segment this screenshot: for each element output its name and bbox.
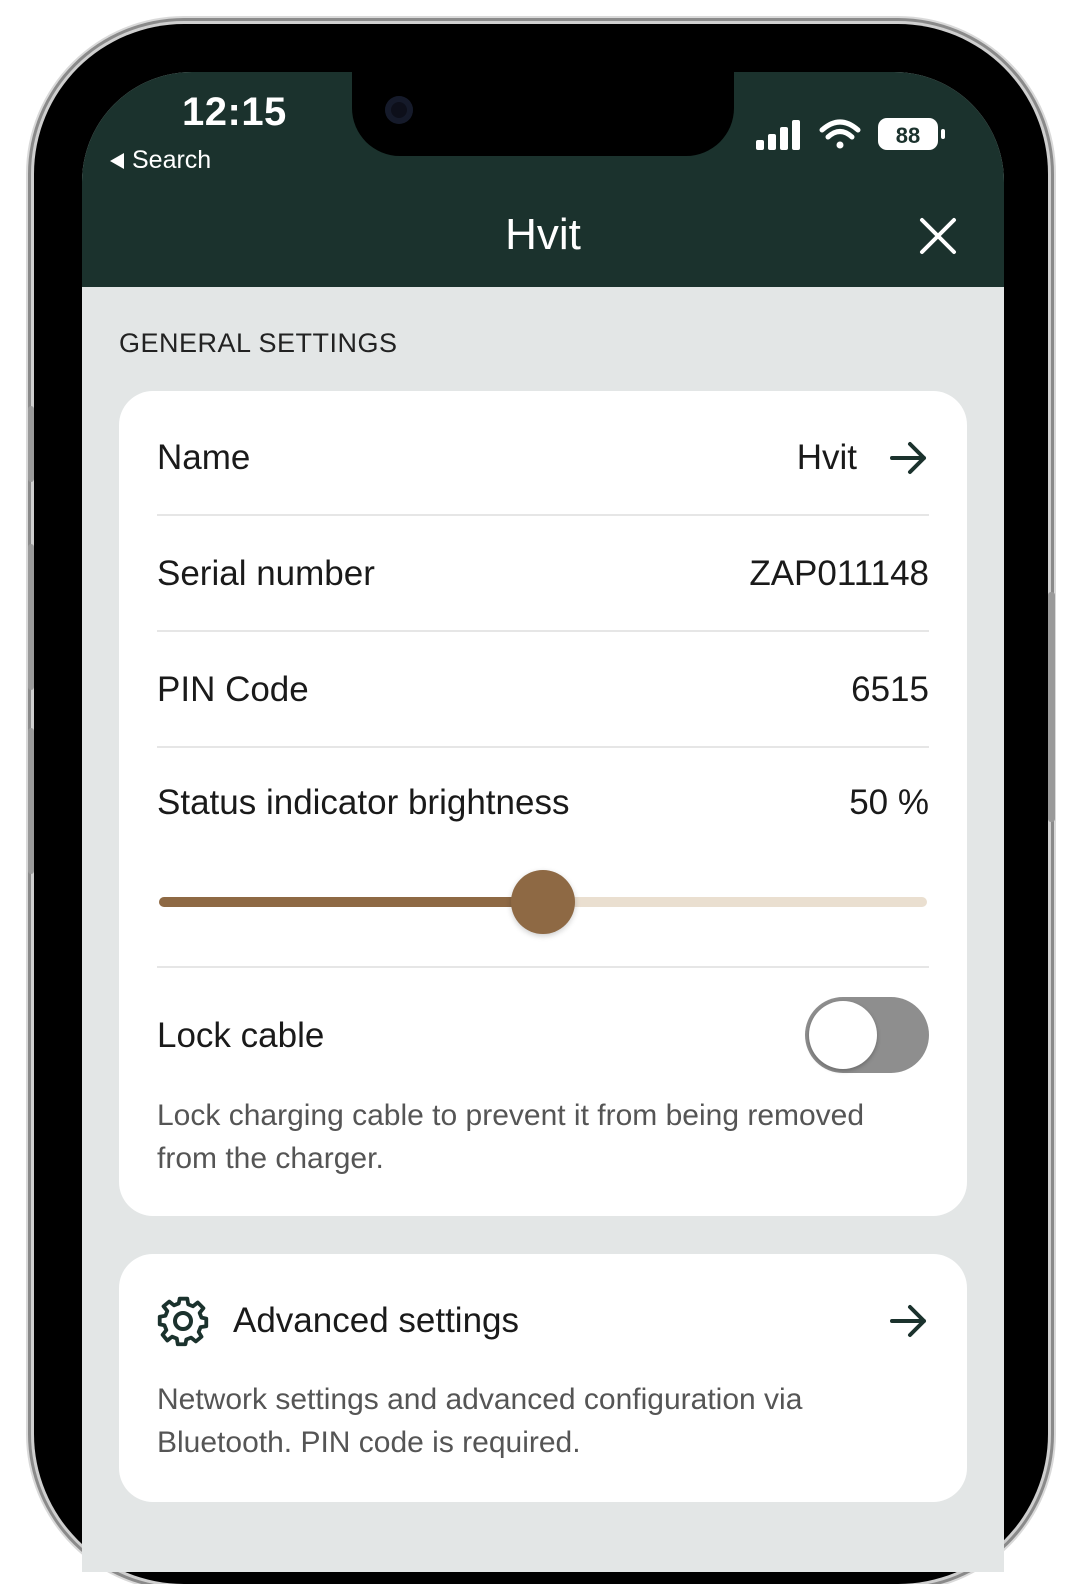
battery-level: 88	[896, 123, 920, 148]
page-title: Hvit	[505, 210, 581, 259]
status-time: 12:15	[182, 90, 287, 134]
status-icons: 88	[756, 118, 945, 150]
brightness-slider-thumb[interactable]	[511, 870, 575, 934]
battery-icon: 88	[878, 118, 945, 150]
brightness-slider[interactable]	[159, 870, 927, 934]
divider	[157, 514, 929, 516]
side-button-volume-up	[28, 544, 34, 690]
advanced-settings-card[interactable]: Advanced settings Network settings and a…	[119, 1254, 967, 1502]
close-icon[interactable]	[918, 216, 958, 256]
brightness-label: Status indicator brightness	[157, 783, 570, 822]
arrow-right-icon	[890, 1305, 926, 1337]
divider	[157, 966, 929, 968]
pin-code-value: 6515	[851, 670, 929, 709]
app-header: 12:15 Search 88 Hvit	[82, 72, 1004, 287]
wifi-icon	[819, 119, 861, 149]
lock-cable-row: Lock cable	[157, 1013, 757, 1059]
brightness-row: Status indicator brightness 50 %	[157, 780, 929, 826]
signal-icon	[756, 120, 800, 150]
serial-number-label: Serial number	[157, 554, 375, 593]
divider	[157, 630, 929, 632]
name-label: Name	[157, 438, 251, 477]
gear-icon	[157, 1296, 209, 1347]
pin-code-label: PIN Code	[157, 670, 309, 709]
lock-cable-label: Lock cable	[157, 1016, 325, 1055]
back-triangle-icon	[110, 152, 124, 169]
general-settings-card: Name Hvit Serial number ZAP011148 PIN Co…	[119, 391, 967, 1216]
front-camera	[385, 96, 413, 124]
advanced-settings-label: Advanced settings	[233, 1301, 520, 1340]
serial-number-value: ZAP011148	[749, 554, 929, 593]
lock-cable-description: Lock charging cable to prevent it from b…	[157, 1099, 865, 1175]
advanced-settings-row[interactable]: Advanced settings	[157, 1296, 929, 1347]
divider	[157, 746, 929, 748]
lock-cable-toggle[interactable]	[805, 997, 929, 1073]
back-label: Search	[132, 146, 212, 174]
serial-number-row: Serial number ZAP011148	[157, 551, 929, 597]
brightness-value: 50 %	[849, 783, 929, 822]
advanced-settings-description: Network settings and advanced configurat…	[157, 1383, 803, 1459]
pin-code-row: PIN Code 6515	[157, 667, 929, 713]
side-button-volume-down	[28, 728, 34, 874]
name-value: Hvit	[796, 438, 857, 477]
lock-cable-toggle-knob	[809, 1001, 877, 1069]
arrow-right-icon	[890, 442, 926, 474]
side-button-power	[1048, 592, 1055, 822]
app-screen: 12:15 Search 88 Hvit GENERAL SETTINGS Na…	[82, 72, 1004, 1572]
back-to-search-link[interactable]: Search	[110, 146, 211, 175]
section-label-general: GENERAL SETTINGS	[119, 328, 398, 358]
brightness-slider-fill	[159, 897, 543, 907]
name-row[interactable]: Name Hvit	[157, 435, 929, 481]
side-button-silent	[28, 406, 34, 482]
